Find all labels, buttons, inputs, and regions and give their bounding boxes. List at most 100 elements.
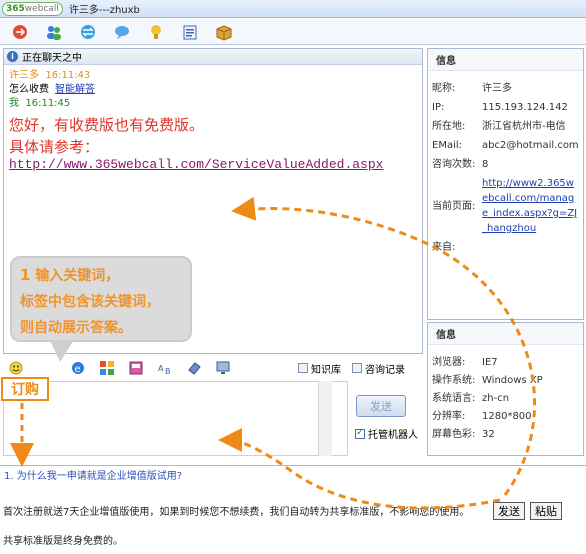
transfer-button[interactable] — [10, 22, 30, 42]
translate-button[interactable]: AB — [156, 359, 174, 377]
logo: 365 webcall — [2, 1, 63, 16]
info-key: 操作系统: — [432, 375, 476, 386]
info-row: 昵称: 许三多 — [428, 81, 583, 96]
knowledge-base-label: 知识库 — [311, 364, 341, 376]
info-value: 32 — [482, 429, 495, 440]
doc-icon — [352, 363, 362, 373]
message-time: 16:11:43 — [45, 70, 91, 81]
speech-icon — [115, 25, 129, 39]
browser-info-rows: 浏览器: IE7 操作系统: Windows XP 系统语言: zh-cn 分辨率: 1… — [428, 345, 583, 442]
screenshot-button[interactable] — [127, 359, 145, 377]
box-icon — [216, 24, 232, 41]
faq-send-button[interactable]: 发送 — [493, 502, 525, 520]
info-row: 屏幕色彩: 32 — [428, 427, 583, 442]
info-key: 浏览器: — [432, 357, 466, 368]
box-button[interactable] — [214, 22, 234, 42]
svg-text:A: A — [158, 364, 164, 373]
faq-answer-text: 首次注册就送7天企业增值版使用，如果到时候您不想续费，我们自动转为共享标准版，不… — [3, 507, 470, 518]
info-value: 8 — [482, 159, 489, 170]
info-row: 所在地: 浙江省杭州市-电信 — [428, 119, 583, 134]
window-icon — [129, 361, 143, 375]
info-row: 浏览器: IE7 — [428, 355, 583, 370]
title-bar: 365 webcall 许三多---zhuxb — [0, 0, 586, 18]
faq-answer-text: 共享标准版是终身免费的。 — [3, 536, 123, 547]
visitor-info-panel: 信息 昵称: 许三多 IP: 115.193.124.142 所在地: 浙江省杭州市-… — [427, 48, 584, 320]
browser-e-icon: e — [72, 362, 84, 375]
message-time: 16:11:45 — [25, 98, 71, 109]
current-page-link[interactable]: http://www2.365webcall.com/manage_index.… — [482, 176, 578, 236]
info-row: 分辨率: 1280*800 — [428, 409, 583, 424]
info-key: 当前页面: — [432, 200, 476, 212]
transfer-icon — [13, 24, 27, 39]
info-key: 系统语言: — [432, 393, 476, 404]
file-icon — [188, 362, 201, 375]
lightbulb-icon — [151, 24, 161, 39]
faq-paste-button[interactable]: 粘贴 — [530, 502, 562, 520]
message-input[interactable] — [3, 381, 348, 456]
order-button[interactable]: 订购 — [1, 377, 49, 401]
browser-info-panel: 信息 浏览器: IE7 操作系统: Windows XP 系统语言: zh-cn 分辨… — [427, 322, 584, 456]
message-text: 怎么收费 智能解答 — [9, 83, 417, 97]
info-row: 系统语言: zh-cn — [428, 391, 583, 406]
info-row: 操作系统: Windows XP — [428, 373, 583, 388]
info-row: 当前页面: http://www2.365webcall.com/manage_i… — [428, 176, 583, 236]
browser-info-title: 信息 — [428, 323, 583, 345]
reply-line: 您好，有收费版也有免费版。 — [9, 116, 205, 134]
info-key: 昵称: — [432, 83, 456, 94]
visitor-info-rows: 昵称: 许三多 IP: 115.193.124.142 所在地: 浙江省杭州市-电信 … — [428, 71, 583, 255]
send-button[interactable]: 发送 — [356, 395, 406, 417]
monitor-icon — [216, 361, 230, 374]
robot-label: 托管机器人 — [368, 430, 418, 441]
svg-text:e: e — [75, 364, 81, 375]
svg-text:B: B — [165, 367, 171, 376]
screen-capture-button[interactable] — [214, 359, 232, 377]
info-row: EMail: abc2@hotmail.com — [428, 138, 583, 153]
composer-scrollbar[interactable] — [318, 381, 332, 456]
main-toolbar — [0, 19, 586, 45]
info-row: IP: 115.193.124.142 — [428, 100, 583, 115]
people-icon — [47, 25, 61, 40]
info-key: 分辨率: — [432, 411, 466, 422]
info-key: 所在地: — [432, 121, 466, 132]
smart-answer-link[interactable]: 智能解答 — [55, 84, 95, 95]
message-sender: 许三多 — [9, 70, 39, 81]
history-label: 咨询记录 — [365, 364, 405, 376]
history-link[interactable]: 咨询记录 — [352, 361, 405, 376]
people-button[interactable] — [44, 22, 64, 42]
message-body: 怎么收费 — [9, 84, 49, 95]
robot-toggle[interactable]: ✓ 托管机器人 — [355, 426, 418, 441]
info-key: IP: — [432, 102, 445, 113]
speech-button[interactable] — [112, 22, 132, 42]
swap-button[interactable] — [78, 22, 98, 42]
logo-part-365: 365 — [6, 3, 25, 14]
callout-number: 1 — [20, 266, 31, 284]
faq-question-link[interactable]: 1. 为什么我一申请就是企业增值版试用? — [4, 470, 582, 484]
reply-url-link[interactable]: http://www.365webcall.com/ServiceValueAd… — [9, 157, 417, 173]
swap-icon — [81, 24, 95, 39]
robot-checkbox[interactable]: ✓ — [355, 428, 365, 439]
info-value: 115.193.124.142 — [482, 102, 568, 113]
chat-header: i 正在聊天之中 — [4, 49, 422, 65]
info-icon: i — [7, 51, 18, 62]
message-meta: 我 16:11:45 — [9, 97, 417, 111]
emoticon-button[interactable] — [8, 359, 26, 377]
lightbulb-button[interactable] — [146, 22, 166, 42]
puzzle-icon — [100, 361, 114, 375]
clipboard-button[interactable] — [180, 22, 200, 42]
knowledge-base-link[interactable]: 知识库 — [298, 361, 341, 376]
file-button[interactable] — [185, 359, 203, 377]
smiley-icon — [9, 361, 23, 375]
info-key: 咨询次数: — [432, 159, 476, 170]
keyword-callout: 1 输入关键词， 标签中包含该关键词， 则自动展示答案。 — [10, 256, 192, 342]
message-meta: 许三多 16:11:43 — [9, 69, 417, 83]
clipboard-icon — [183, 25, 197, 39]
info-value: 1280*800 — [482, 411, 532, 422]
visitor-info-title: 信息 — [428, 49, 583, 71]
doc-icon — [298, 363, 308, 373]
window-title: 许三多---zhuxb — [68, 5, 140, 16]
chat-header-title: 正在聊天之中 — [22, 53, 82, 64]
translate-icon: AB — [158, 364, 171, 376]
info-value: abc2@hotmail.com — [482, 140, 579, 151]
widget-button[interactable] — [98, 359, 116, 377]
info-key: 来自: — [432, 242, 456, 253]
